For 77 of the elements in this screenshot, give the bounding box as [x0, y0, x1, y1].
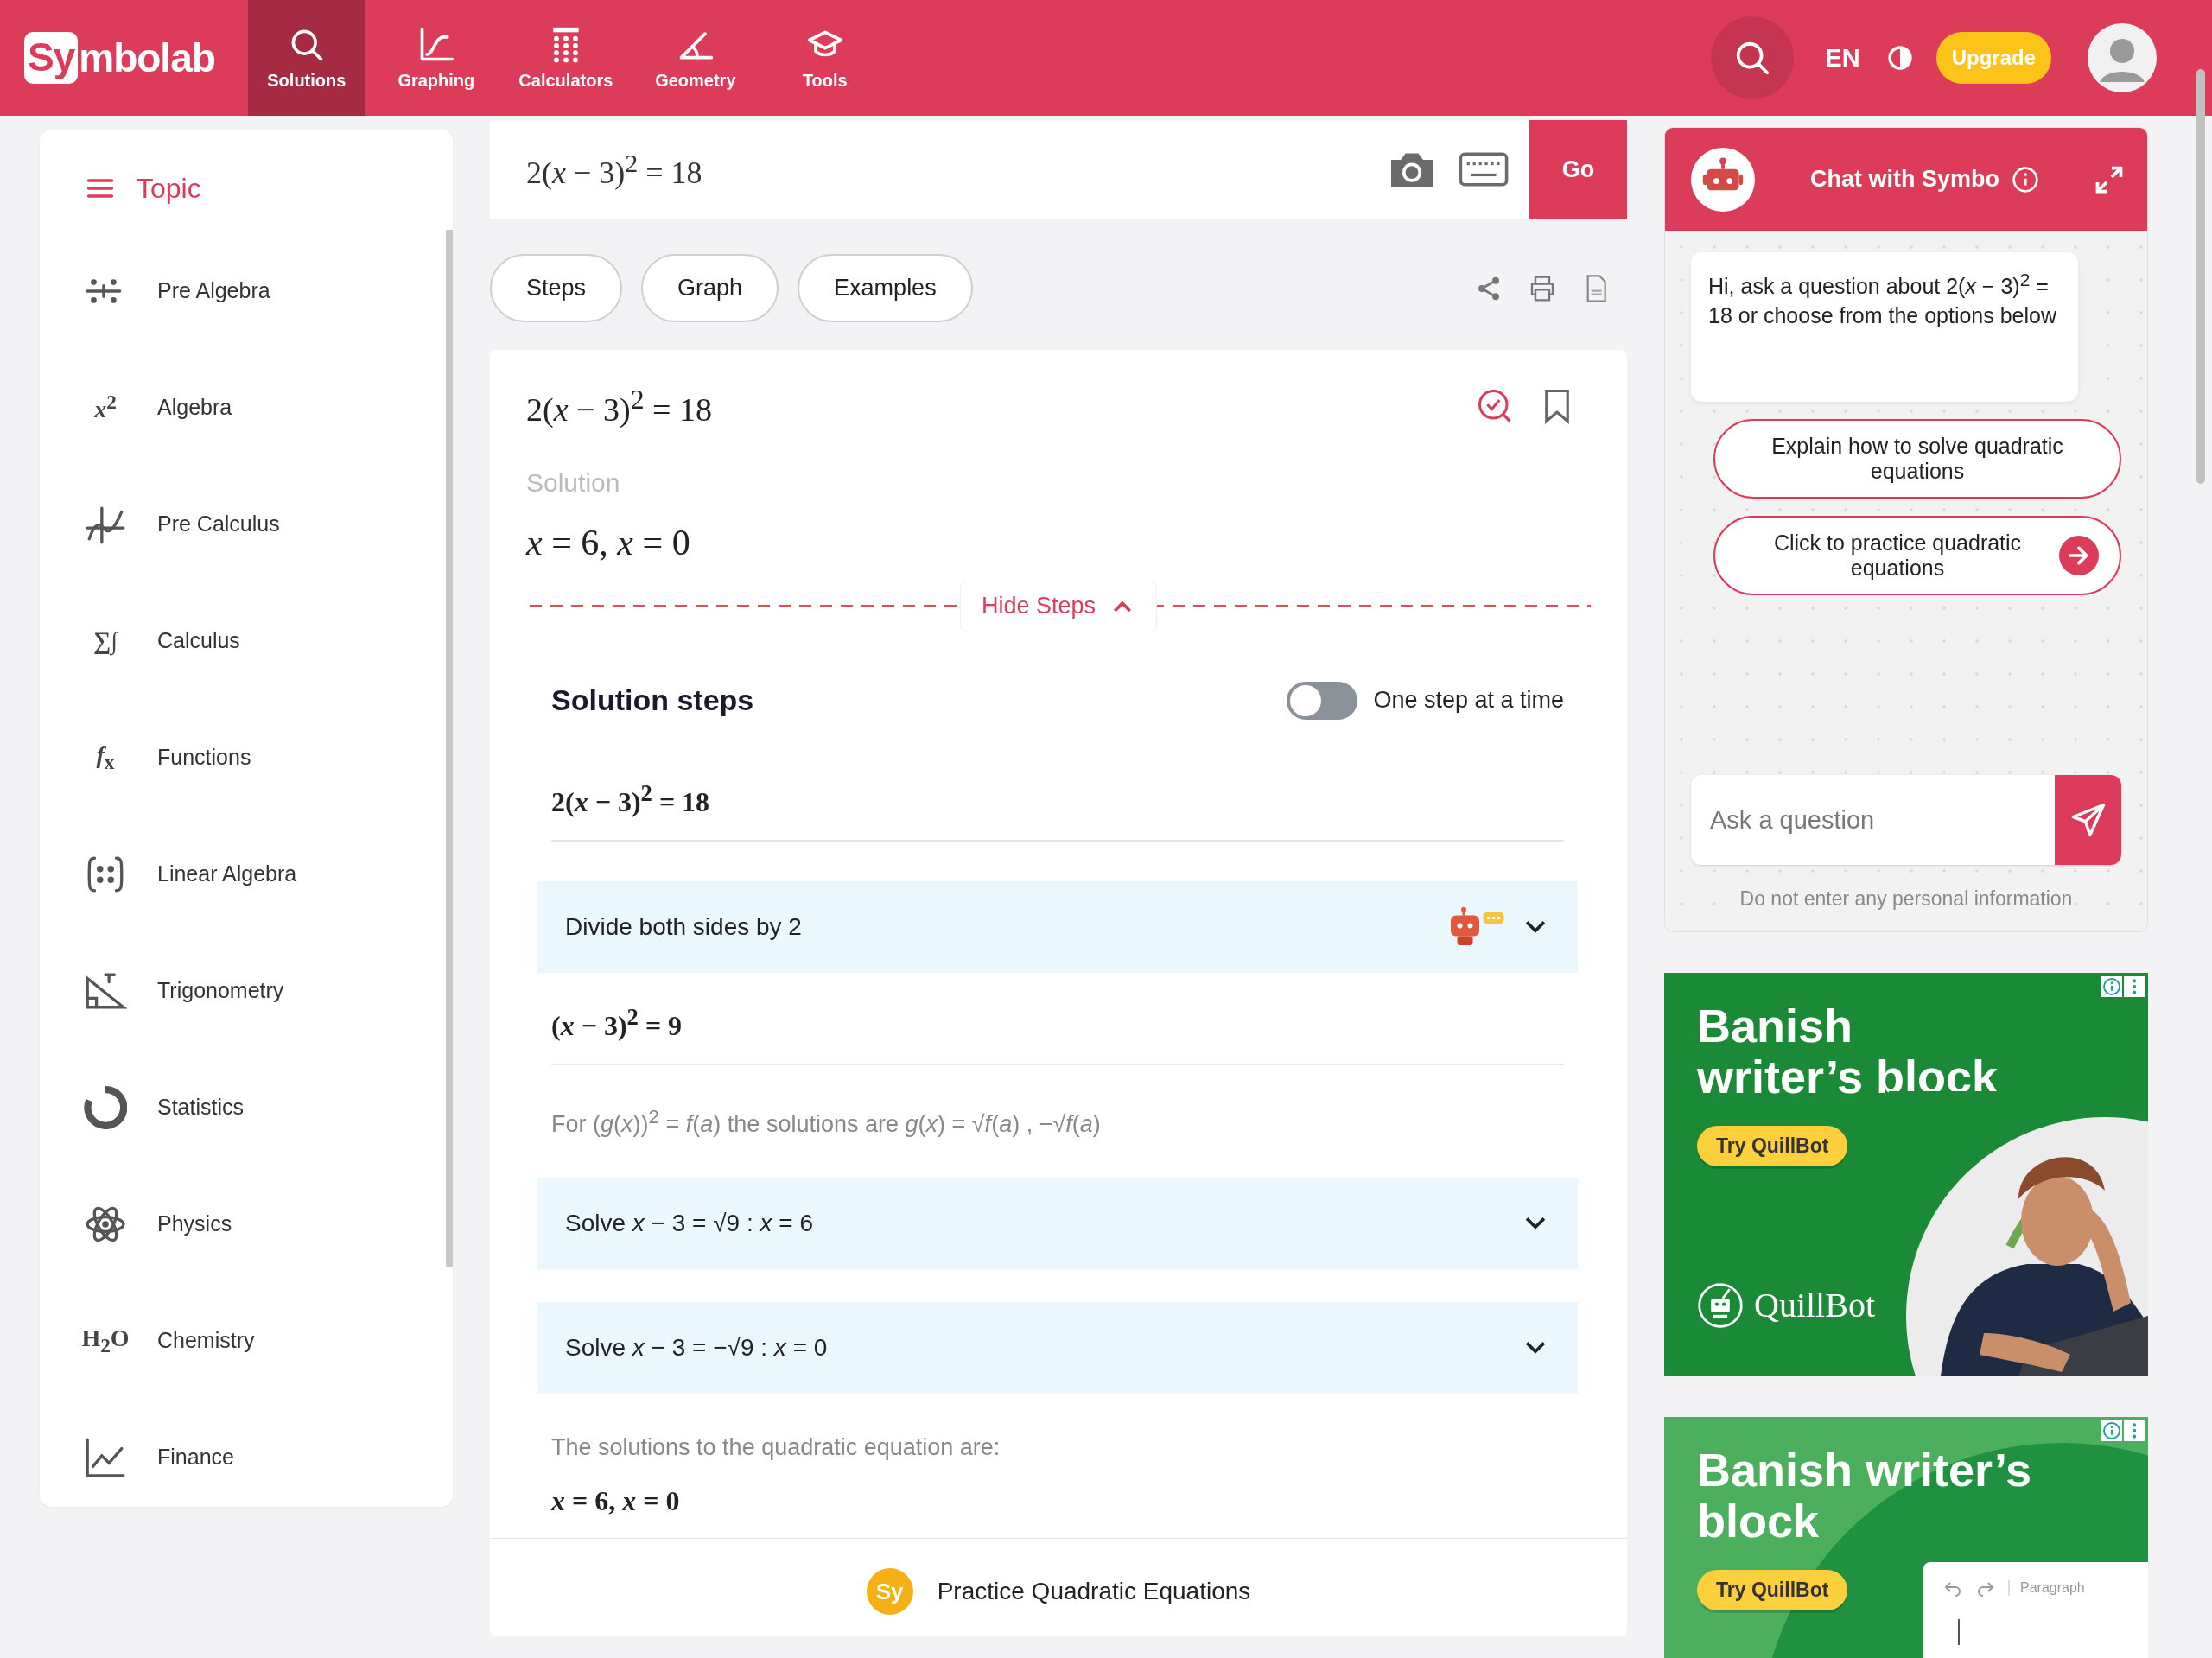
question-field[interactable]: Ask a question — [1691, 775, 2121, 865]
nav-tab[interactable]: Geometry — [636, 0, 754, 116]
section-title: Solution steps — [551, 683, 754, 718]
sidebar-item[interactable]: Finance — [74, 1396, 418, 1513]
nav-tab[interactable]: Graphing — [377, 0, 495, 116]
logo-icon: Sy — [866, 1568, 913, 1616]
topic-icon: x$^{2}$ — [79, 388, 131, 427]
contrast-icon[interactable] — [1885, 44, 1914, 72]
logo[interactable]: Symbolab — [24, 0, 215, 116]
chat-title: Chat with Symbo — [1810, 166, 1999, 193]
step-text: Divide both sides by 2 — [565, 912, 803, 941]
printer-icon[interactable] — [1529, 274, 1556, 302]
view-button[interactable]: Graph — [641, 254, 779, 322]
suggestion-button[interactable]: Click to practice quadratic equations — [1713, 516, 2121, 595]
step-row[interactable]: Divide both sides by 2 — [537, 880, 1578, 973]
toggle-label: One step at a time — [1373, 687, 1564, 715]
robot-avatar-icon — [1691, 147, 1755, 212]
step-text: Solve x − 3 = √9 : x = 6 — [565, 1209, 814, 1237]
sidebar-item[interactable]: Pre Calculus — [74, 463, 418, 580]
arrow-right-icon — [2059, 536, 2099, 575]
step-note: For (g(x))$^{2}$ = f(a) the solutions are g(x) = √f(a) , −√f(a) — [550, 1105, 1102, 1138]
sidebar-item[interactable]: Physics — [74, 1163, 418, 1280]
info-icon[interactable] — [2012, 165, 2039, 194]
sidebar-item[interactable]: Linear Algebra — [74, 813, 418, 930]
sidebar-item[interactable]: Pre Algebra — [74, 230, 418, 346]
info-icon[interactable] — [2101, 976, 2122, 997]
sidebar-item[interactable]: Trigonometry — [74, 930, 418, 1046]
equation: 2(x − 3)$^{2}$ = 18 — [526, 384, 712, 429]
sidebar-item[interactable]: x$^{2}$ Algebra — [74, 346, 418, 463]
nav-tab[interactable]: Calculators — [506, 0, 625, 116]
view-button[interactable]: Examples — [798, 254, 973, 322]
send-button[interactable] — [2055, 775, 2121, 865]
advertisement[interactable]: Banish writer’s block Try QuillBot Paragraph — [1664, 1417, 2148, 1658]
language-button[interactable]: EN — [1821, 43, 1864, 73]
step-text: Solve x − 3 = −√9 : x = 0 — [565, 1333, 829, 1362]
step-row[interactable]: Solve x − 3 = −√9 : x = 0 — [537, 1301, 1578, 1394]
topic-icon: f$_{x}$ — [79, 738, 131, 777]
view-button[interactable]: Steps — [490, 254, 623, 322]
user-avatar[interactable] — [2088, 23, 2157, 92]
more-icon[interactable] — [2124, 1420, 2145, 1441]
topic-icon: ∑∫ — [79, 623, 131, 658]
scrollbar[interactable] — [2196, 69, 2205, 484]
format-dropdown: Paragraph — [2008, 1580, 2085, 1596]
step-equation: (x − 3)$^{2}$ = 9 — [550, 1003, 683, 1042]
solution-text: x = 6, x = 0 — [526, 521, 691, 563]
suggestion-button[interactable]: Explain how to solve quadratic equations — [1713, 419, 2121, 499]
sidebar-item[interactable]: f$_{x}$ Functions — [74, 696, 418, 813]
math-input-field[interactable]: 2(x − 3)$^{2}$ = 18 — [526, 148, 1386, 191]
go-button[interactable]: Go — [1529, 120, 1627, 219]
nav-tab[interactable]: Tools — [766, 0, 884, 116]
scrollbar[interactable] — [446, 230, 453, 1267]
nav-tab[interactable]: Solutions — [247, 0, 365, 116]
solution-label: Solution — [526, 467, 621, 498]
text-cursor — [1958, 1619, 1960, 1645]
disclaimer-text: Do not enter any personal information — [1738, 887, 2074, 911]
brand-name: QuillBot — [1754, 1285, 1876, 1326]
step-row[interactable]: Solve x − 3 = √9 : x = 6 — [537, 1177, 1578, 1269]
chat-message: Hi, ask a question about 2(x − 3)$^{2}$ = 18 or choose from the options below — [1691, 252, 2078, 402]
try-button[interactable]: Try QuillBot — [1697, 1125, 1848, 1166]
step-equation: 2(x − 3)$^{2}$ = 18 — [550, 779, 711, 818]
robot-logo-icon — [1697, 1281, 1744, 1329]
send-icon — [2069, 802, 2107, 838]
practice-link[interactable]: Practice Quadratic Equations — [937, 1578, 1251, 1606]
try-button[interactable]: Try QuillBot — [1697, 1569, 1848, 1610]
hide-steps-button[interactable]: Hide Steps — [959, 580, 1158, 632]
sidebar-item[interactable]: Statistics — [74, 1046, 418, 1163]
sidebar-item[interactable]: H$_{2}$O Chemistry — [74, 1280, 418, 1396]
step-equation: x = 6, x = 0 — [550, 1484, 681, 1517]
sidebar-title: Topic — [137, 172, 201, 205]
sidebar-item[interactable]: ∑∫ Calculus — [74, 580, 418, 696]
ad-headline: Banish writer’s block — [1697, 1445, 2033, 1547]
info-icon[interactable] — [2101, 1420, 2122, 1441]
step-note: The solutions to the quadratic equation are: — [550, 1433, 1001, 1461]
pie-chart-icon — [84, 1085, 127, 1129]
topic-icon: H$_{2}$O — [79, 1321, 131, 1360]
more-icon[interactable] — [2124, 976, 2145, 997]
toggle-switch[interactable] — [1287, 681, 1358, 720]
